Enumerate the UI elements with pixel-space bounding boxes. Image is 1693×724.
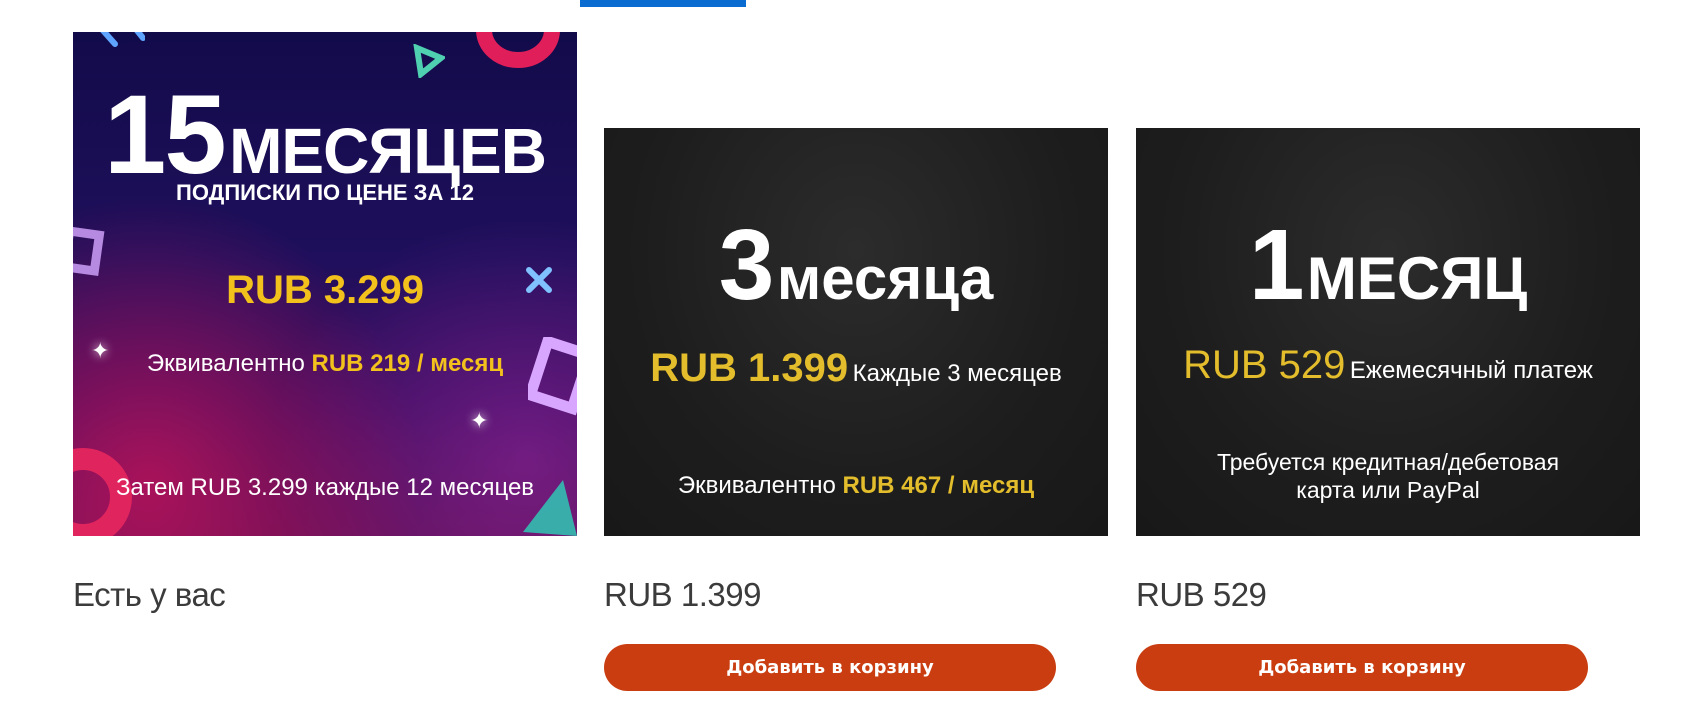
- subscription-card-3-months: 3 месяца RUB 1.399 Каждые 3 месяцев Экви…: [604, 0, 1108, 724]
- promo-headline: 3 месяца: [604, 208, 1108, 323]
- promo-equivalent-value: RUB 219 / месяц: [311, 350, 504, 377]
- promo-image-15-months: ✦ ✦ 15 МЕСЯЦЕВ ПОДПИСКИ ПО ЦЕНЕ ЗА 12 RU…: [73, 32, 577, 536]
- owned-label: Есть у вас: [73, 576, 226, 613]
- promo-equivalent-prefix: Эквивалентно: [146, 350, 305, 377]
- promo-note-line: карта или PayPal: [1296, 477, 1480, 503]
- promo-equivalent: Эквивалентно RUB 219 / месяц: [73, 350, 577, 378]
- promo-price-row: RUB 1.399 Каждые 3 месяцев: [604, 346, 1108, 391]
- ring-shape-icon: [476, 32, 560, 68]
- promo-price-note: Каждые 3 месяцев: [852, 360, 1062, 387]
- promo-image-1-month: 1 МЕСЯЦ RUB 529 Ежемесячный платеж Требу…: [1136, 128, 1640, 536]
- promo-subtitle: ПОДПИСКИ ПО ЦЕНЕ ЗА 12: [176, 180, 474, 205]
- promo-word: МЕСЯЦ: [1306, 245, 1528, 312]
- promo-word: месяца: [776, 245, 994, 312]
- promo-big-number: 1: [1248, 209, 1305, 321]
- promo-footer: Затем RUB 3.299 каждые 12 месяцев: [115, 474, 535, 501]
- promo-price-note: Ежемесячный платеж: [1349, 357, 1593, 384]
- promo-price: RUB 1.399: [650, 346, 849, 390]
- promo-equivalent-value: RUB 467 / месяц: [842, 472, 1035, 499]
- promo-big-number: 3: [718, 209, 775, 321]
- price-label: RUB 529: [1136, 576, 1267, 613]
- promo-price-row: RUB 529 Ежемесячный платеж: [1136, 343, 1640, 388]
- price-label: RUB 1.399: [604, 576, 761, 613]
- cross-shape-icon: [100, 32, 145, 47]
- promo-price: RUB 3.299: [226, 268, 424, 312]
- add-to-cart-button[interactable]: Добавить в корзину: [1136, 644, 1588, 691]
- add-to-cart-button[interactable]: Добавить в корзину: [604, 644, 1056, 691]
- subscription-card-1-month: 1 МЕСЯЦ RUB 529 Ежемесячный платеж Требу…: [1136, 0, 1640, 724]
- promo-equivalent: Эквивалентно RUB 467 / месяц: [604, 472, 1108, 500]
- subscription-card-15-months: ✦ ✦ 15 МЕСЯЦЕВ ПОДПИСКИ ПО ЦЕНЕ ЗА 12 RU…: [73, 0, 577, 724]
- promo-note-line: Требуется кредитная/дебетовая: [1216, 449, 1560, 475]
- promo-big-number: 15: [104, 72, 227, 197]
- promo-word: МЕСЯЦЕВ: [229, 115, 547, 187]
- promo-image-3-months: 3 месяца RUB 1.399 Каждые 3 месяцев Экви…: [604, 128, 1108, 536]
- promo-price: RUB 529: [1183, 343, 1346, 387]
- promo-headline: 1 МЕСЯЦ: [1136, 208, 1640, 323]
- promo-equivalent-prefix: Эквивалентно: [677, 472, 836, 499]
- sparkle-icon: ✦: [470, 408, 489, 433]
- promo-payment-note: Требуется кредитная/дебетовая карта или …: [1136, 448, 1640, 504]
